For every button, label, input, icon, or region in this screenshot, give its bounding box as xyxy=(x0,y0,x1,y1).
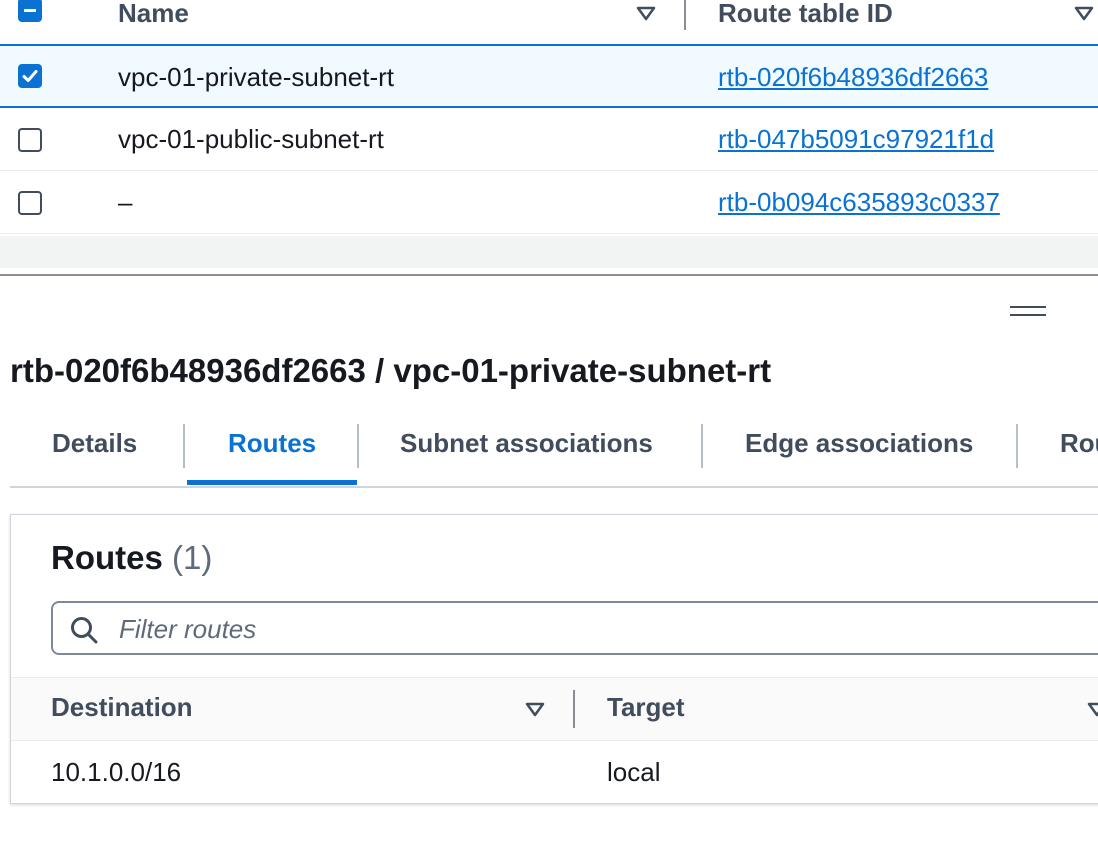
table-row[interactable]: vpc-01-public-subnet-rt rtb-047b5091c979… xyxy=(0,108,1098,171)
route-table-id-link[interactable]: rtb-020f6b48936df2663 xyxy=(718,62,988,93)
table-row[interactable]: vpc-01-private-subnet-rt rtb-020f6b48936… xyxy=(0,44,1098,108)
details-panel-title: rtb-020f6b48936df2663 / vpc-01-private-s… xyxy=(10,352,772,389)
routes-heading-label: Routes xyxy=(51,539,163,576)
row-checkbox[interactable] xyxy=(18,191,42,215)
column-divider[interactable] xyxy=(684,0,686,30)
tab-subnet-associations[interactable]: Subnet associations xyxy=(400,428,653,459)
route-table-id-link[interactable]: rtb-0b094c635893c0337 xyxy=(718,187,1000,218)
tab-route-propagation[interactable]: Route propagation xyxy=(1060,428,1098,459)
sort-caret-icon[interactable] xyxy=(525,702,545,718)
route-table-name: vpc-01-public-subnet-rt xyxy=(118,124,384,154)
tab-separator xyxy=(1016,424,1018,468)
column-header-destination[interactable]: Destination xyxy=(51,692,193,723)
tab-details[interactable]: Details xyxy=(52,428,137,459)
details-tabs: Details Routes Subnet associations Edge … xyxy=(10,420,1098,488)
sort-caret-icon[interactable] xyxy=(1074,6,1094,22)
route-table-name: – xyxy=(118,187,133,217)
route-target: local xyxy=(607,757,661,787)
sort-caret-icon[interactable] xyxy=(636,6,656,22)
split-panel-divider[interactable] xyxy=(0,274,1098,276)
sort-caret-icon[interactable] xyxy=(1087,702,1098,718)
column-header-name[interactable]: Name xyxy=(118,0,189,29)
table-row[interactable]: – rtb-0b094c635893c0337 xyxy=(0,171,1098,234)
table-header-row: Name Route table ID xyxy=(0,0,1098,46)
row-checkbox[interactable] xyxy=(18,64,42,88)
tab-separator xyxy=(357,424,359,468)
routes-table-header: Destination Target xyxy=(11,677,1098,741)
tab-separator xyxy=(701,424,703,468)
tab-edge-associations[interactable]: Edge associations xyxy=(745,428,973,459)
route-tables-page: Name Route table ID vpc-01-private-subne… xyxy=(0,0,1098,844)
routes-count: (1) xyxy=(172,539,213,576)
column-divider[interactable] xyxy=(573,690,575,728)
route-destination: 10.1.0.0/16 xyxy=(51,757,182,787)
row-checkbox[interactable] xyxy=(18,128,42,152)
route-table-name: vpc-01-private-subnet-rt xyxy=(118,62,394,92)
active-tab-indicator xyxy=(187,480,357,485)
filter-routes-field[interactable] xyxy=(51,601,1098,655)
tab-separator xyxy=(183,424,185,468)
column-header-target[interactable]: Target xyxy=(607,692,685,723)
filter-routes-input[interactable] xyxy=(117,611,1021,647)
minus-icon xyxy=(24,9,36,12)
routes-container: Routes (1) Destination Target 10.1.0.0/1… xyxy=(10,514,1098,804)
column-header-route-table-id[interactable]: Route table ID xyxy=(718,0,893,29)
checkmark-icon xyxy=(22,70,38,82)
resize-handle-icon[interactable] xyxy=(1010,306,1046,318)
tab-routes[interactable]: Routes xyxy=(228,428,316,459)
table-row: 10.1.0.0/16 local xyxy=(11,741,1098,803)
route-table-id-link[interactable]: rtb-047b5091c97921f1d xyxy=(718,124,994,155)
select-all-checkbox[interactable] xyxy=(18,0,42,22)
search-icon xyxy=(71,617,98,644)
table-footer-band xyxy=(0,236,1098,268)
routes-heading: Routes (1) xyxy=(51,539,212,577)
